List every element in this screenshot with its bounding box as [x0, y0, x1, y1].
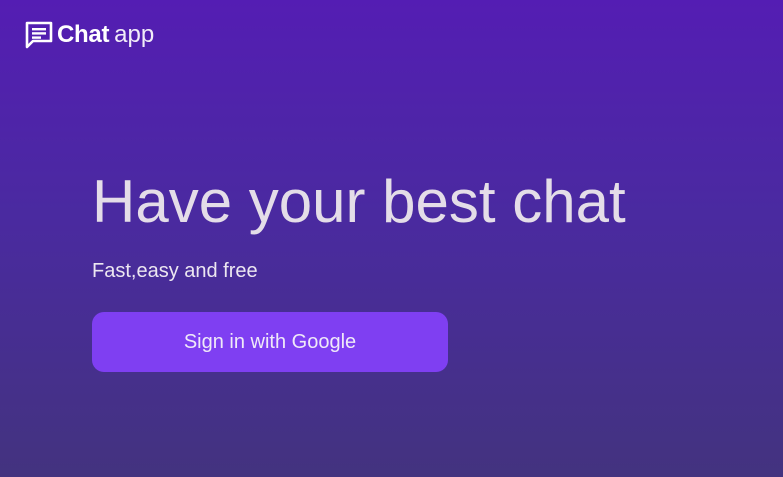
chat-bubble-icon	[24, 20, 54, 50]
brand-name-bold: Chat	[57, 21, 110, 48]
hero-section: Have your best chat Fast,easy and free S…	[92, 166, 732, 372]
brand-name-light: app	[114, 21, 155, 48]
google-signin-button[interactable]: Sign in with Google	[92, 312, 448, 372]
app-logo: Chat app	[24, 20, 154, 50]
hero-subtitle: Fast,easy and free	[92, 260, 258, 282]
hero-title: Have your best chat	[92, 168, 626, 235]
